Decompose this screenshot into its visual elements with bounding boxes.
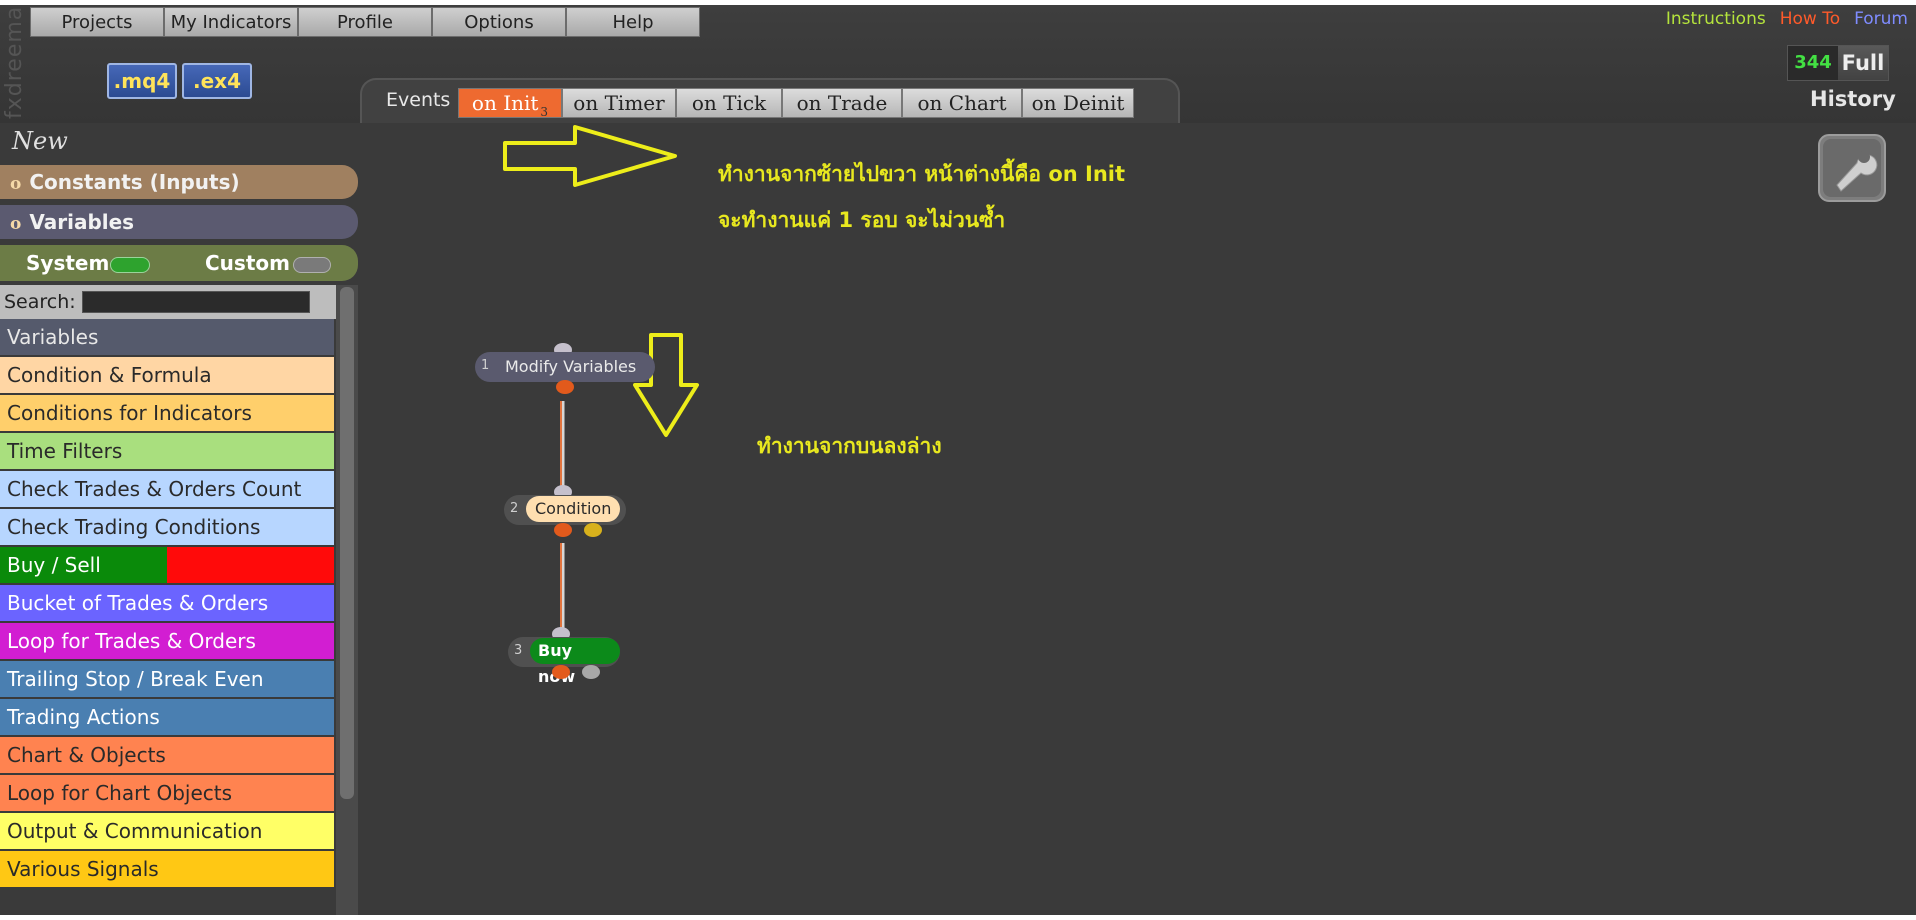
constants-section[interactable]: o Constants (Inputs) [0,165,358,199]
node-condition[interactable]: 2 Condition [504,495,626,525]
category-item[interactable]: Check Trades & Orders Count [0,471,334,509]
wrench-icon[interactable] [1817,133,1887,203]
category-item[interactable]: Output & Communication [0,813,334,851]
tab-on-init-count: 3 [540,105,549,119]
instructions-link[interactable]: Instructions [1666,9,1766,29]
counter-value: 344 [1788,46,1838,80]
category-label: Conditions for Indicators [7,401,252,425]
category-label: Time Filters [7,439,123,463]
top-bar: fxdreema Projects My Indicators Profile … [0,5,1916,124]
tab-on-tick[interactable]: on Tick [676,88,782,118]
app-window: fxdreema Projects My Indicators Profile … [0,5,1916,915]
export-mq4-button[interactable]: .mq4 [107,63,177,99]
node-buy-now[interactable]: 3 Buy now [508,637,620,686]
node-2-label: Condition [526,496,621,522]
category-label: Bucket of Trades & Orders [7,591,269,615]
constants-bullet: o [10,174,22,194]
sidebar-scroll-thumb[interactable] [340,287,354,799]
down-arrow-icon [633,333,699,437]
system-label: System [26,251,110,275]
history-button[interactable]: History [1810,87,1896,111]
category-label: Chart & Objects [7,743,166,767]
custom-label: Custom [205,251,290,275]
node-modify-variables[interactable]: 1 Modify Variables [475,352,655,382]
tab-on-timer[interactable]: on Timer [562,88,676,118]
annotation-right-line2: จะทำงานแค่ 1 รอบ จะไม่วนซ้ำ [718,208,1006,232]
category-item[interactable]: Time Filters [0,433,334,471]
node-2-output-false-pin[interactable] [584,523,602,537]
search-input[interactable] [82,291,310,313]
category-item[interactable]: Bucket of Trades & Orders [0,585,334,623]
category-item[interactable]: Check Trading Conditions [0,509,334,547]
category-label: Check Trading Conditions [7,515,261,539]
category-label: Trading Actions [7,705,160,729]
main-menu: Projects My Indicators Profile Options H… [30,7,700,38]
annotation-right-line1: ทำงานจากซ้ายไปขวา หน้าต่างนี้คือ on Init [718,162,1126,186]
category-item[interactable]: Condition & Formula [0,357,334,395]
node-1-output-pin[interactable] [556,380,574,394]
search-label: Search: [4,291,76,313]
category-label: Loop for Trades & Orders [7,629,256,653]
category-label: Condition & Formula [7,363,212,387]
category-item[interactable]: Loop for Chart Objects [0,775,334,813]
variables-section[interactable]: o Variables [0,205,358,239]
events-label: Events [386,89,451,111]
category-list: Variables Condition & Formula Conditions f… [0,319,334,889]
node-1-number: 1 [481,358,490,373]
node-3-number: 3 [514,643,523,658]
how-to-link[interactable]: How To [1780,9,1840,29]
variables-bullet: o [10,214,22,234]
project-counter[interactable]: 344 Full [1787,45,1889,81]
sidebar: New o Constants (Inputs) o Variables Syste… [0,123,358,915]
tab-on-trade[interactable]: on Trade [782,88,902,118]
top-links: Instructions How To Forum [1666,9,1908,29]
category-label: Various Signals [7,857,159,881]
full-button[interactable]: Full [1838,46,1888,80]
category-item[interactable]: Various Signals [0,851,334,889]
variables-label: Variables [29,210,135,234]
node-1-label: Modify Variables [505,357,637,376]
node-3-output-pin-2[interactable] [582,665,600,679]
node-3-label: Buy now [530,638,620,686]
search-row: Search: [0,285,336,319]
category-item[interactable]: Conditions for Indicators [0,395,334,433]
category-item[interactable]: Chart & Objects [0,737,334,775]
right-arrow-icon [503,125,677,187]
menu-profile[interactable]: Profile [298,7,432,37]
category-item[interactable]: Trailing Stop / Break Even [0,661,334,699]
menu-projects[interactable]: Projects [30,7,164,37]
custom-toggle[interactable] [293,257,331,273]
menu-options[interactable]: Options [432,7,566,37]
menu-my-indicators[interactable]: My Indicators [164,7,298,37]
tab-on-init[interactable]: on Init 3 [458,88,562,119]
category-item[interactable]: Loop for Trades & Orders [0,623,334,661]
category-label: Output & Communication [7,819,263,843]
category-header[interactable]: Variables [0,319,334,357]
constants-label: Constants (Inputs) [29,170,240,194]
forum-link[interactable]: Forum [1854,9,1908,29]
category-label: Loop for Chart Objects [7,781,233,805]
tab-on-init-label: on Init [471,91,539,115]
category-label: Variables [7,325,99,349]
system-custom-toggle-row: System Custom [0,245,358,281]
system-toggle[interactable] [110,257,150,273]
node-3-output-pin[interactable] [552,665,570,679]
export-ex4-button[interactable]: .ex4 [182,63,252,99]
category-item[interactable]: Buy / Sell [0,547,334,585]
tab-on-chart[interactable]: on Chart [902,88,1022,118]
menu-help[interactable]: Help [566,7,700,37]
events-tabs: Events on Init 3 on Timer on Tick on Trad… [360,78,1180,124]
category-label: Buy / Sell [7,553,101,577]
category-label: Trailing Stop / Break Even [7,667,264,691]
category-label: Check Trades & Orders Count [7,477,302,501]
category-item[interactable]: Trading Actions [0,699,334,737]
tab-on-deinit[interactable]: on Deinit [1022,88,1134,118]
node-2-number: 2 [510,501,519,516]
sidebar-scrollbar[interactable] [336,285,358,915]
new-label: New [12,127,68,155]
node-2-output-true-pin[interactable] [554,523,572,537]
annotation-down: ทำงานจากบนลงล่าง [757,434,942,458]
brand-logo: fxdreema [2,5,27,119]
